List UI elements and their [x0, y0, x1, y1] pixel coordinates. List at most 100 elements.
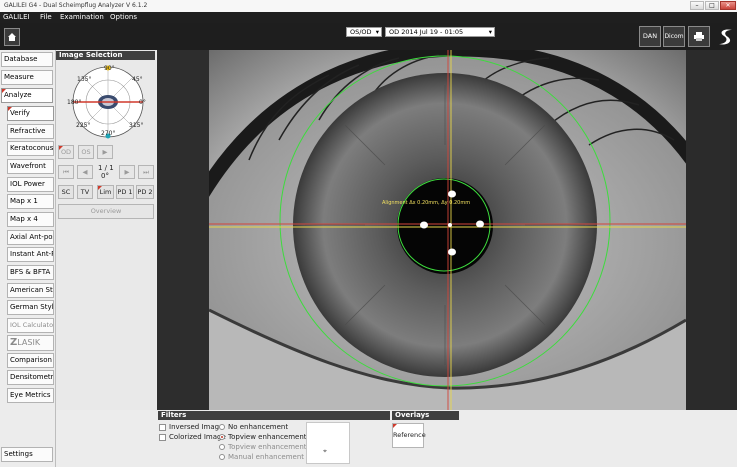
sidebar-item-refractive[interactable]: Refractive [7, 124, 54, 139]
filters-header: Filters [158, 411, 390, 420]
menu-options[interactable]: Options [110, 13, 137, 21]
sidebar-item-keratoconus[interactable]: Keratoconus [7, 141, 54, 156]
enhancement-preview[interactable]: ⌖ [306, 422, 350, 464]
sidebar-item-label: IOL Calculator [10, 321, 54, 329]
sidebar-item-map-x4[interactable]: Map x 4 [7, 212, 54, 227]
sidebar-item-analyze[interactable]: Analyze [1, 88, 53, 103]
topview-enhancement-1-label: Topview enhancement 1 [228, 433, 314, 441]
sidebar-item-map-x1[interactable]: Map x 1 [7, 194, 54, 209]
pd2-button[interactable]: PD 2 [136, 185, 154, 199]
galilei-logo [719, 29, 732, 45]
home-button[interactable] [4, 28, 20, 46]
sidebar-item-lasik[interactable]: ZLASIK [7, 335, 54, 351]
sidebar-item-comparison[interactable]: Comparison [7, 353, 54, 368]
angle-label-45: 45° [132, 76, 143, 83]
manual-enhancement-radio[interactable] [219, 454, 225, 460]
reference-button[interactable]: Reference [392, 423, 426, 448]
chevron-down-icon: ▾ [488, 28, 492, 36]
sidebar-item-iol-power[interactable]: IOL Power [7, 177, 54, 192]
exam-select-value: OD 2014 Jul 19 - 01:05 [389, 28, 464, 36]
alignment-readout: Alignment Δx 0.20mm, Δy 0.20mm [382, 200, 471, 206]
eye-image-viewer[interactable]: Alignment Δx 0.20mm, Δy 0.20mm [209, 50, 686, 410]
eye-select-dropdown[interactable]: OS/OD ▾ [346, 27, 382, 37]
topview-enhancement-2-radio[interactable] [219, 444, 225, 450]
angle-label-0: 0° [139, 99, 146, 106]
no-enhancement-radio[interactable] [219, 424, 225, 430]
window-title: GALILEI G4 - Dual Scheimpflug Analyzer V… [4, 2, 148, 9]
colorized-image-checkbox[interactable] [159, 434, 166, 441]
viewer-right-margin [686, 50, 737, 410]
sidebar-item-bfs-bfta[interactable]: BFS & BFTA [7, 265, 54, 280]
sidebar-item-label: Eye Metrics [10, 391, 51, 399]
sidebar-item-label: LASIK [17, 338, 41, 347]
first-image-button[interactable]: ⏮ [58, 165, 74, 179]
overview-button[interactable]: Overview [58, 204, 154, 219]
sidebar-item-database[interactable]: Database [1, 52, 53, 67]
sidebar-item-instant-ant-post[interactable]: Instant Ant-Po [7, 247, 54, 262]
top-toolbar: OS/OD ▾ OD 2014 Jul 19 - 01:05 ▾ DAN Dic… [0, 23, 737, 50]
dan-button[interactable]: DAN [639, 26, 661, 47]
lim-button[interactable]: Lim [97, 185, 114, 199]
od-button[interactable]: OD [58, 145, 74, 159]
sidebar-item-iol-calculator[interactable]: IOL Calculator [7, 318, 54, 333]
angle-label-90: 90° [104, 65, 115, 72]
eye-select-value: OS/OD [350, 28, 372, 36]
tv-button[interactable]: TV [77, 185, 93, 199]
selected-marker [393, 424, 397, 428]
last-image-button[interactable]: ⏭ [138, 165, 154, 179]
prev-image-button[interactable]: ◀ [77, 165, 93, 179]
selected-marker [59, 146, 63, 150]
close-button[interactable]: ✕ [720, 1, 736, 10]
sidebar-item-verify[interactable]: Verify [7, 106, 54, 121]
next-image-button[interactable]: ▶ [119, 165, 135, 179]
print-button[interactable] [688, 26, 710, 47]
sidebar-item-label: Measure [4, 73, 34, 81]
os-button[interactable]: OS [78, 145, 94, 159]
sidebar-item-label: Axial Ant-post [10, 233, 53, 241]
pd1-button[interactable]: PD 1 [116, 185, 134, 199]
arrow-right-icon: ▶ [124, 168, 130, 176]
minimize-button[interactable]: – [690, 1, 704, 10]
image-counter: 1 / 1 [98, 164, 114, 172]
sidebar-item-label: Verify [10, 109, 30, 117]
sidebar-item-densitometry[interactable]: Densitometry [7, 370, 54, 385]
sidebar-item-label: Database [4, 55, 38, 63]
sidebar-item-settings[interactable]: Settings [1, 447, 53, 462]
sidebar-item-label: Refractive [10, 127, 46, 135]
menu-file[interactable]: File [40, 13, 52, 21]
angle-label-315: 315° [129, 122, 144, 129]
angle-label-225: 225° [76, 122, 91, 129]
sidebar-item-measure[interactable]: Measure [1, 70, 53, 85]
dicom-button[interactable]: Dicom [663, 26, 685, 47]
bottom-panel: Filters Inversed Image Colorized Image N… [156, 410, 737, 467]
menu-bar: GALILEI File Examination Options [0, 12, 737, 23]
chevron-down-icon: ▾ [375, 28, 379, 36]
play-button[interactable]: ▶ [97, 145, 113, 159]
sidebar-item-label: BFS & BFTA [10, 268, 51, 276]
inversed-image-checkbox[interactable] [159, 424, 166, 431]
topview-enhancement-1-radio[interactable] [219, 434, 225, 440]
sidebar-item-label: Keratoconus [10, 144, 54, 152]
sidebar-item-label: Wavefront [10, 162, 46, 170]
reference-label: Reference [393, 431, 426, 439]
print-icon [694, 32, 704, 41]
sidebar-item-american-style[interactable]: American Style [7, 283, 54, 298]
sidebar-item-axial-ant-post[interactable]: Axial Ant-post [7, 230, 54, 245]
home-icon [8, 33, 16, 41]
image-selection-panel: Image Selection 90° 45° 0° 315° 270° 225… [56, 50, 156, 410]
sc-button[interactable]: SC [58, 185, 74, 199]
menu-examination[interactable]: Examination [60, 13, 104, 21]
sidebar-item-eye-metrics[interactable]: Eye Metrics [7, 388, 54, 403]
eye-topview-image [209, 50, 686, 410]
exam-select-dropdown[interactable]: OD 2014 Jul 19 - 01:05 ▾ [385, 27, 495, 37]
sidebar-item-label: Map x 1 [10, 197, 38, 205]
menu-galilei[interactable]: GALILEI [3, 13, 30, 21]
sidebar-item-label: American Style [10, 286, 53, 294]
maximize-button[interactable]: □ [705, 1, 719, 10]
selected-marker [8, 107, 12, 111]
sidebar-item-label: Map x 4 [10, 215, 38, 223]
sidebar-item-german-style[interactable]: German Style [7, 300, 54, 315]
sidebar-item-wavefront[interactable]: Wavefront [7, 159, 54, 174]
skip-back-icon: ⏮ [63, 168, 69, 176]
sidebar-item-label: IOL Power [10, 180, 45, 188]
